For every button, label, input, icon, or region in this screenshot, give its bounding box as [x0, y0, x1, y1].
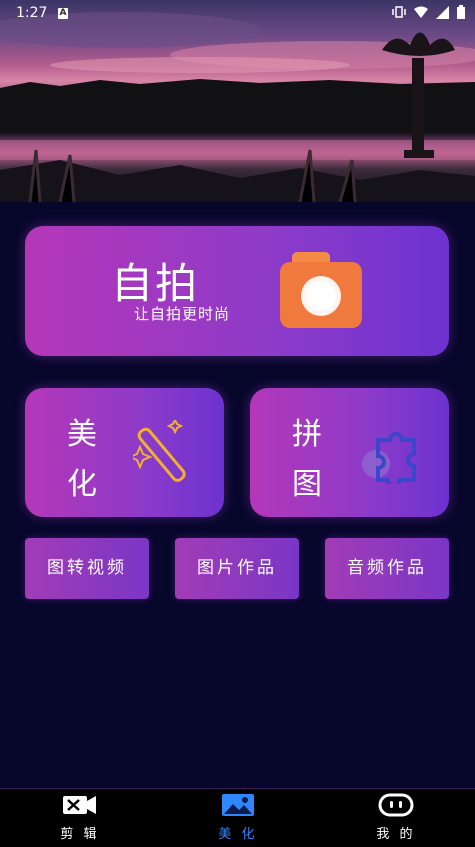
selfie-card[interactable]: 自拍 让自拍更时尚	[25, 226, 449, 356]
signal-icon	[436, 5, 449, 19]
image-works-button[interactable]: 图片作品	[175, 538, 299, 599]
puzzle-icon	[362, 432, 416, 484]
tab-edit-label: 剪 辑	[60, 827, 100, 842]
notification-icon: A	[58, 8, 68, 19]
robot-face-icon	[378, 793, 414, 817]
battery-icon	[457, 5, 465, 19]
magic-wand-icon	[133, 420, 186, 482]
tab-beautify[interactable]: 美 化	[198, 793, 278, 842]
bottom-tab-bar: 剪 辑 美 化 我 的	[0, 788, 475, 847]
image-icon	[222, 794, 254, 816]
image-to-video-button[interactable]: 图转视频	[25, 538, 149, 599]
collage-label-2: 图	[292, 467, 322, 502]
status-time: 1:27	[16, 5, 48, 21]
beautify-card[interactable]: 美 化	[25, 388, 224, 517]
vibrate-icon	[392, 6, 406, 18]
collage-label-1: 拼	[292, 417, 322, 452]
beautify-label-2: 化	[67, 467, 97, 502]
collage-card[interactable]: 拼 图	[250, 388, 449, 517]
hero-image	[0, 0, 475, 202]
camera-icon	[280, 252, 362, 328]
tab-beautify-label: 美 化	[218, 827, 258, 842]
beautify-label-1: 美	[67, 417, 97, 452]
audio-works-button[interactable]: 音频作品	[325, 538, 449, 599]
selfie-title: 自拍	[111, 259, 200, 308]
status-bar: 1:27 A	[0, 0, 475, 28]
clapper-scissors-icon	[63, 796, 96, 814]
tab-mine[interactable]: 我 的	[356, 793, 436, 842]
tab-edit[interactable]: 剪 辑	[40, 793, 120, 842]
wifi-icon	[414, 6, 428, 18]
tab-mine-label: 我 的	[376, 827, 416, 842]
selfie-subtitle: 让自拍更时尚	[134, 305, 231, 323]
